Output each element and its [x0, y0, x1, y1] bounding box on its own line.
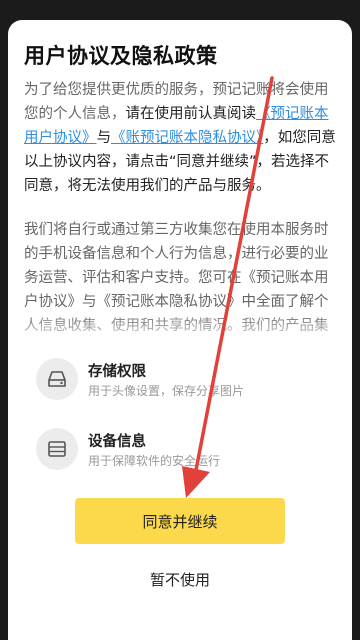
permission-description: 用于头像设置，保存分享图片 [88, 384, 245, 398]
permission-item-device: 设备信息 用于保障软件的安全运行 [36, 428, 336, 472]
privacy-policy-link[interactable]: 《账预记账本隐私协议》 [111, 130, 263, 146]
conjunction-text: 与 [96, 130, 112, 146]
permission-title: 设备信息 [88, 434, 146, 450]
permission-description: 用于保障软件的安全运行 [88, 454, 221, 468]
text-fade-overlay [8, 312, 352, 344]
dialog-title: 用户协议及隐私政策 [24, 44, 218, 68]
device-info-icon [36, 428, 78, 470]
agree-and-continue-button[interactable]: 同意并继续 [75, 498, 285, 544]
permission-item-storage: 存储权限 用于头像设置，保存分享图片 [36, 358, 336, 402]
intro-emphasis-text: 请在使用前认真阅读 [125, 106, 257, 122]
intro-paragraph: 为了给您提供更优质的服务，预记记账将会使用您的个人信息，请在使用前认真阅读《预记… [24, 78, 336, 198]
decline-button[interactable]: 暂不使用 [75, 564, 285, 594]
permission-title: 存储权限 [88, 364, 146, 380]
storage-drive-icon [36, 358, 78, 400]
privacy-dialog: 用户协议及隐私政策 为了给您提供更优质的服务，预记记账将会使用您的个人信息，请在… [8, 20, 352, 640]
